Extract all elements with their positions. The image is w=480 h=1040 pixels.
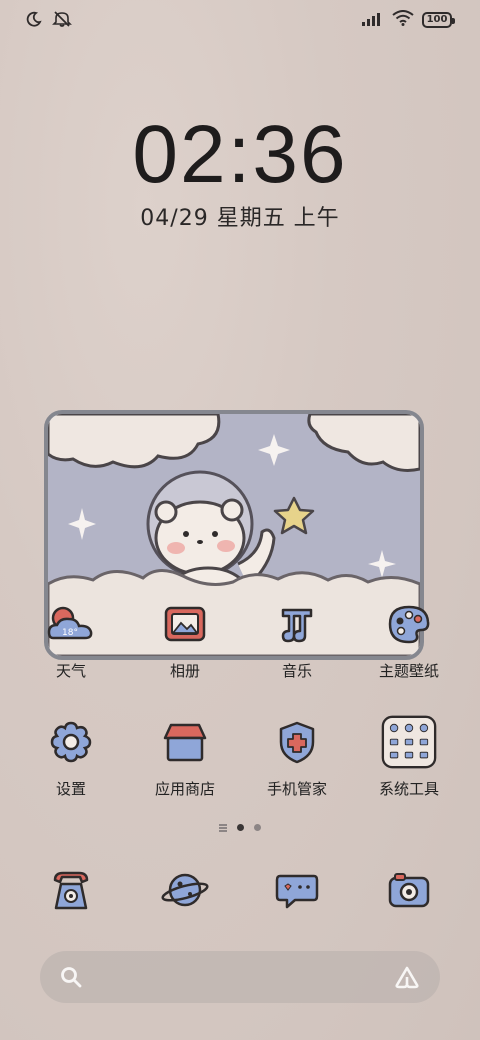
app-label-phone-manager: 手机管家	[266, 780, 327, 798]
page-dot	[254, 824, 261, 831]
app-music[interactable]: 音乐	[242, 596, 352, 681]
app-store[interactable]: 应用商店	[130, 714, 240, 799]
app-themes[interactable]: 主题壁纸	[354, 596, 464, 681]
search-icon[interactable]	[60, 966, 82, 992]
app-label-themes: 主题壁纸	[378, 662, 439, 680]
shield-icon	[269, 714, 325, 770]
app-label-store: 应用商店	[154, 780, 215, 798]
weather-temp: 18°	[62, 628, 78, 638]
app-gallery[interactable]: 相册	[130, 596, 240, 681]
app-label-gallery: 相册	[169, 662, 200, 680]
page-indicator[interactable]	[0, 824, 480, 831]
app-label-settings: 设置	[55, 780, 86, 798]
signal-icon	[362, 11, 384, 30]
search-bar[interactable]	[40, 951, 440, 1003]
message-icon	[269, 862, 325, 918]
moon-icon	[26, 11, 42, 31]
weather-icon: 18°	[43, 596, 99, 652]
wifi-icon	[392, 10, 414, 30]
lockscreen-date: 04/29 星期五 上午	[140, 206, 340, 231]
battery-icon: 100	[422, 12, 455, 28]
folder-icon	[381, 714, 437, 770]
app-system-tools[interactable]: 系统工具	[354, 714, 464, 799]
app-label-weather: 天气	[55, 662, 86, 680]
app-label-system-tools: 系统工具	[378, 780, 439, 798]
camera-icon	[381, 862, 437, 918]
status-bar: 100	[0, 0, 480, 40]
music-icon	[269, 596, 325, 652]
gear-icon	[43, 714, 99, 770]
app-settings[interactable]: 设置	[16, 714, 126, 799]
dock-camera[interactable]	[354, 862, 464, 918]
assistant-icon[interactable]	[394, 965, 420, 993]
phone-icon	[43, 862, 99, 918]
dock-browser[interactable]	[130, 862, 240, 918]
palette-icon	[381, 596, 437, 652]
planet-icon	[157, 862, 213, 918]
lockscreen-time: 02:36	[132, 109, 348, 200]
mute-icon	[52, 10, 72, 32]
dock-phone[interactable]	[16, 862, 126, 918]
app-phone-manager[interactable]: 手机管家	[242, 714, 352, 799]
page-dot-active	[237, 824, 244, 831]
dock-messages[interactable]	[242, 862, 352, 918]
app-weather[interactable]: 18° 天气	[16, 596, 126, 681]
page-indicator-home	[219, 826, 227, 829]
gallery-icon	[157, 596, 213, 652]
app-label-music: 音乐	[281, 662, 312, 680]
store-icon	[157, 714, 213, 770]
